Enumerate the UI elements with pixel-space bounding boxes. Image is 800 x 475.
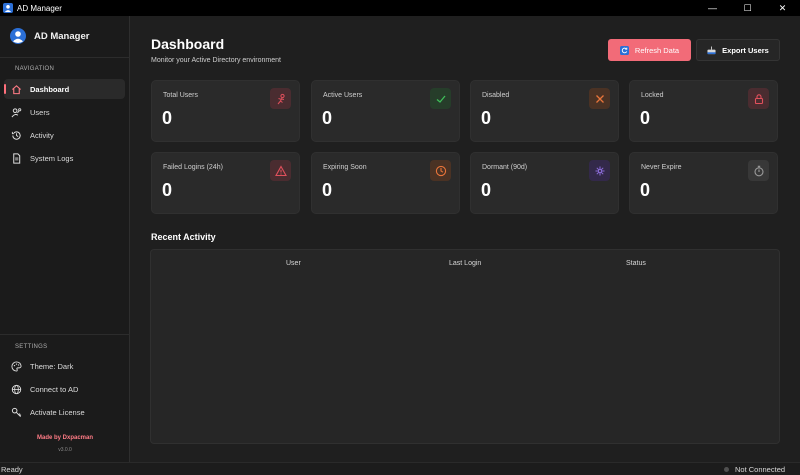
nav-section-title: NAVIGATION bbox=[15, 66, 55, 72]
column-header-last-login[interactable]: Last Login bbox=[449, 260, 481, 267]
palette-icon bbox=[9, 359, 23, 373]
minimize-button[interactable]: — bbox=[695, 0, 730, 16]
brand: AD Manager bbox=[10, 28, 89, 44]
sidebar-item-label: Activate License bbox=[30, 407, 85, 417]
sidebar-item-activity[interactable]: Activity bbox=[4, 125, 125, 145]
sidebar: AD Manager NAVIGATION Dashboard Users Ac… bbox=[0, 16, 130, 462]
divider bbox=[0, 334, 130, 335]
warning-icon bbox=[270, 160, 291, 181]
sidebar-item-users[interactable]: Users bbox=[4, 102, 125, 122]
x-icon bbox=[589, 88, 610, 109]
column-header-user[interactable]: User bbox=[286, 260, 301, 267]
key-icon bbox=[9, 405, 23, 419]
stopwatch-icon bbox=[748, 160, 769, 181]
maximize-button[interactable]: ☐ bbox=[730, 0, 765, 16]
stat-label: Disabled bbox=[482, 92, 510, 99]
stat-card-disabled: Disabled 0 bbox=[470, 80, 619, 142]
refresh-data-button[interactable]: Refresh Data bbox=[608, 39, 691, 61]
window-title: AD Manager bbox=[17, 3, 62, 13]
close-button[interactable]: ✕ bbox=[765, 0, 800, 16]
stat-value: 0 bbox=[162, 180, 173, 200]
settings-section-title: SETTINGS bbox=[15, 344, 48, 350]
stat-value: 0 bbox=[162, 108, 173, 128]
clock-icon bbox=[430, 160, 451, 181]
stat-value: 0 bbox=[322, 108, 333, 128]
page-subtitle: Monitor your Active Directory environmen… bbox=[151, 57, 281, 64]
stat-card-total-users: Total Users 0 bbox=[151, 80, 300, 142]
divider bbox=[0, 57, 130, 58]
stat-value: 0 bbox=[481, 108, 492, 128]
connection-status-text: Not Connected bbox=[735, 465, 786, 474]
document-icon bbox=[9, 151, 23, 165]
refresh-icon bbox=[619, 45, 629, 55]
stat-card-never-expire: Never Expire 0 bbox=[629, 152, 778, 214]
stat-label: Dormant (90d) bbox=[482, 164, 528, 171]
stat-label: Active Users bbox=[323, 92, 363, 99]
export-users-label: Export Users bbox=[722, 45, 769, 55]
stat-value: 0 bbox=[640, 108, 651, 128]
app-name: AD Manager bbox=[34, 30, 90, 42]
made-by-credit: Made by Dxpacman bbox=[36, 435, 94, 441]
connection-status-indicator bbox=[724, 467, 729, 472]
sidebar-item-theme[interactable]: Theme: Dark bbox=[4, 356, 125, 376]
title-bar: AD Manager — ☐ ✕ bbox=[0, 0, 800, 16]
users-icon bbox=[270, 88, 291, 109]
user-key-icon bbox=[9, 105, 23, 119]
stat-label: Expiring Soon bbox=[323, 164, 367, 171]
export-users-button[interactable]: Export Users bbox=[696, 39, 780, 61]
status-text: Ready bbox=[1, 465, 23, 474]
status-bar: Ready Not Connected bbox=[0, 462, 800, 475]
sidebar-item-label: System Logs bbox=[30, 153, 74, 163]
sidebar-item-label: Theme: Dark bbox=[30, 361, 74, 371]
history-icon bbox=[9, 128, 23, 142]
globe-icon bbox=[9, 382, 23, 396]
recent-activity-table: User Last Login Status bbox=[150, 249, 780, 444]
stat-card-active-users: Active Users 0 bbox=[311, 80, 460, 142]
stat-card-failed-logins: Failed Logins (24h) 0 bbox=[151, 152, 300, 214]
sidebar-item-label: Connect to AD bbox=[30, 384, 79, 394]
sparkle-icon bbox=[589, 160, 610, 181]
main-content: Dashboard Monitor your Active Directory … bbox=[131, 16, 800, 462]
app-version: v3.0.0 bbox=[58, 447, 72, 453]
sidebar-item-system-logs[interactable]: System Logs bbox=[4, 148, 125, 168]
stat-value: 0 bbox=[481, 180, 492, 200]
stat-label: Total Users bbox=[163, 92, 199, 99]
app-logo-icon bbox=[3, 3, 13, 13]
sidebar-item-label: Activity bbox=[30, 130, 54, 140]
sidebar-item-activate-license[interactable]: Activate License bbox=[4, 402, 125, 422]
sidebar-item-connect-ad[interactable]: Connect to AD bbox=[4, 379, 125, 399]
sidebar-item-dashboard[interactable]: Dashboard bbox=[4, 79, 125, 99]
refresh-data-label: Refresh Data bbox=[634, 45, 680, 55]
sidebar-item-label: Dashboard bbox=[30, 84, 70, 94]
stat-label: Locked bbox=[641, 92, 664, 99]
stat-value: 0 bbox=[640, 180, 651, 200]
sidebar-item-label: Users bbox=[30, 107, 50, 117]
stat-value: 0 bbox=[322, 180, 333, 200]
export-icon bbox=[707, 45, 716, 54]
check-icon bbox=[430, 88, 451, 109]
user-circle-icon bbox=[10, 28, 26, 44]
page-title: Dashboard bbox=[151, 36, 225, 52]
lock-icon bbox=[748, 88, 769, 109]
stat-card-locked: Locked 0 bbox=[629, 80, 778, 142]
stat-card-expiring-soon: Expiring Soon 0 bbox=[311, 152, 460, 214]
stat-card-dormant: Dormant (90d) 0 bbox=[470, 152, 619, 214]
stat-label: Failed Logins (24h) bbox=[163, 164, 223, 171]
recent-activity-title: Recent Activity bbox=[151, 232, 216, 242]
home-icon bbox=[9, 82, 23, 96]
stat-label: Never Expire bbox=[641, 164, 682, 171]
column-header-status[interactable]: Status bbox=[626, 260, 646, 267]
